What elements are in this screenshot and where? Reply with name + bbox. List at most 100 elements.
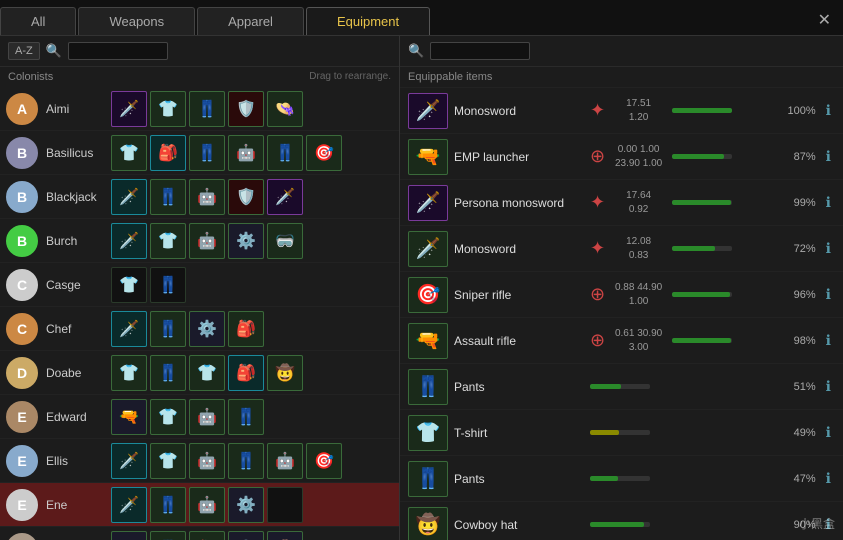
equipment-slot[interactable]: 👖 bbox=[267, 135, 303, 171]
equipment-slot[interactable]: 👖 bbox=[189, 91, 225, 127]
tab-weapons[interactable]: Weapons bbox=[78, 7, 195, 35]
equipment-slot[interactable]: 🎒 bbox=[189, 531, 225, 540]
equipment-slot[interactable]: 🤖 bbox=[228, 135, 264, 171]
equipment-slot[interactable]: 👖 bbox=[150, 267, 186, 303]
equipment-slot[interactable] bbox=[267, 487, 303, 523]
search-input-right[interactable] bbox=[430, 42, 530, 60]
equipment-slot[interactable]: 🗡️ bbox=[111, 443, 147, 479]
equipment-slot[interactable]: 🤠 bbox=[267, 531, 303, 540]
equipment-slot[interactable]: ⚙️ bbox=[228, 223, 264, 259]
equipment-slot[interactable]: 👕 bbox=[111, 267, 147, 303]
equipment-slot[interactable]: 🗡️ bbox=[111, 179, 147, 215]
equipment-slot[interactable]: 🗡️ bbox=[111, 223, 147, 259]
close-button[interactable]: ✕ bbox=[806, 7, 843, 35]
item-name: T-shirt bbox=[454, 426, 584, 440]
equipment-slot[interactable]: 🛡️ bbox=[228, 91, 264, 127]
equipment-slot[interactable]: 🎯 bbox=[306, 135, 342, 171]
avatar: E bbox=[6, 401, 38, 433]
equipment-slot[interactable]: 👕 bbox=[150, 399, 186, 435]
tab-all[interactable]: All bbox=[0, 7, 76, 35]
equipment-slot[interactable]: 🗡️ bbox=[111, 487, 147, 523]
item-row[interactable]: 👖Pants51%ℹ bbox=[400, 364, 843, 410]
item-row[interactable]: 🤠Cowboy hat90%ℹ bbox=[400, 502, 843, 540]
colonist-row[interactable]: AAimi🗡️👕👖🛡️👒 bbox=[0, 87, 399, 131]
equipment-slot[interactable]: 🤖 bbox=[189, 443, 225, 479]
stat-numbers: 17.511.20 bbox=[611, 97, 666, 125]
equipment-slot[interactable]: 🤖 bbox=[189, 487, 225, 523]
item-row[interactable]: 🔫Assault rifle⊕0.61 30.903.0098%ℹ bbox=[400, 318, 843, 364]
avatar: F bbox=[6, 533, 38, 540]
az-sort-button[interactable]: A-Z bbox=[8, 42, 40, 60]
colonist-row[interactable]: FFalcon🔫👖🎒⚙️🤠 bbox=[0, 527, 399, 540]
equipment-slot[interactable]: 👕 bbox=[111, 135, 147, 171]
equipment-slot[interactable]: 🎒 bbox=[150, 135, 186, 171]
item-row[interactable]: 🗡️Persona monosword✦17.640.9299%ℹ bbox=[400, 180, 843, 226]
item-icon: 👖 bbox=[408, 369, 448, 405]
equipment-slot[interactable]: 👖 bbox=[150, 179, 186, 215]
equipment-slot[interactable]: 🗡️ bbox=[111, 311, 147, 347]
item-row[interactable]: 🔫EMP launcher⊕0.00 1.0023.90 1.0087%ℹ bbox=[400, 134, 843, 180]
equipment-slot[interactable]: 🎒 bbox=[228, 355, 264, 391]
equipment-slot[interactable]: 👖 bbox=[150, 355, 186, 391]
equipment-slot[interactable]: 👕 bbox=[150, 223, 186, 259]
info-icon[interactable]: ℹ bbox=[822, 470, 835, 487]
equipment-slot[interactable]: 🗡️ bbox=[267, 179, 303, 215]
equipment-slot[interactable]: 🛡️ bbox=[228, 179, 264, 215]
equipment-slot[interactable]: ⚙️ bbox=[228, 487, 264, 523]
equipment-slot[interactable]: 👖 bbox=[150, 311, 186, 347]
equipment-slot[interactable]: 👖 bbox=[228, 399, 264, 435]
colonist-row[interactable]: BBlackjack🗡️👖🤖🛡️🗡️ bbox=[0, 175, 399, 219]
equipment-slot[interactable]: 🔫 bbox=[111, 531, 147, 540]
equipment-slot[interactable]: 👕 bbox=[189, 355, 225, 391]
tab-equipment[interactable]: Equipment bbox=[306, 7, 430, 35]
equipment-slot[interactable]: 👒 bbox=[267, 91, 303, 127]
item-row[interactable]: 🎯Sniper rifle⊕0.88 44.901.0096%ℹ bbox=[400, 272, 843, 318]
colonist-row[interactable]: BBasilicus👕🎒👖🤖👖🎯 bbox=[0, 131, 399, 175]
item-row[interactable]: 👖Pants47%ℹ bbox=[400, 456, 843, 502]
item-name: Monosword bbox=[454, 242, 584, 256]
info-icon[interactable]: ℹ bbox=[822, 424, 835, 441]
equipment-slot[interactable]: 👖 bbox=[189, 135, 225, 171]
colonist-row[interactable]: EEne🗡️👖🤖⚙️ bbox=[0, 483, 399, 527]
equipment-slot[interactable]: ⚙️ bbox=[189, 311, 225, 347]
info-icon[interactable]: ℹ bbox=[822, 378, 835, 395]
tab-apparel[interactable]: Apparel bbox=[197, 7, 304, 35]
equipment-slot[interactable]: 🤖 bbox=[267, 443, 303, 479]
equipment-slot[interactable]: 👖 bbox=[150, 487, 186, 523]
info-icon[interactable]: ℹ bbox=[822, 102, 835, 119]
info-icon[interactable]: ℹ bbox=[822, 148, 835, 165]
equipment-slot[interactable]: 🎒 bbox=[228, 311, 264, 347]
item-percent: 72% bbox=[781, 243, 816, 255]
equipment-slot[interactable]: 🤖 bbox=[189, 399, 225, 435]
equipment-slot[interactable]: 🤖 bbox=[189, 223, 225, 259]
info-icon[interactable]: ℹ bbox=[822, 194, 835, 211]
item-row[interactable]: 👕T-shirt49%ℹ bbox=[400, 410, 843, 456]
colonist-row[interactable]: EEllis🗡️👕🤖👖🤖🎯 bbox=[0, 439, 399, 483]
equipment-slot[interactable]: 🎯 bbox=[306, 443, 342, 479]
main-layout: A-Z 🔍 Colonists Drag to rearrange. AAimi… bbox=[0, 36, 843, 540]
equipment-slot[interactable]: 🥽 bbox=[267, 223, 303, 259]
item-row[interactable]: 🗡️Monosword✦17.511.20100%ℹ bbox=[400, 88, 843, 134]
equipment-slot[interactable]: 🔫 bbox=[111, 399, 147, 435]
equipment-slot[interactable]: ⚙️ bbox=[228, 531, 264, 540]
equipment-slot[interactable]: 👖 bbox=[228, 443, 264, 479]
colonist-row[interactable]: EEdward🔫👕🤖👖 bbox=[0, 395, 399, 439]
equipment-slot[interactable]: 👕 bbox=[150, 91, 186, 127]
equipment-slot[interactable]: 🤠 bbox=[267, 355, 303, 391]
equipment-slot[interactable]: 👕 bbox=[111, 355, 147, 391]
equipment-slot[interactable]: 👖 bbox=[150, 531, 186, 540]
info-icon[interactable]: ℹ bbox=[822, 240, 835, 257]
colonist-row[interactable]: BBurch🗡️👕🤖⚙️🥽 bbox=[0, 219, 399, 263]
item-row[interactable]: 🗡️Monosword✦12.080.8372%ℹ bbox=[400, 226, 843, 272]
equipment-slot[interactable]: 👕 bbox=[150, 443, 186, 479]
equipment-slot[interactable]: 🤖 bbox=[189, 179, 225, 215]
equipment-slot[interactable]: 🗡️ bbox=[111, 91, 147, 127]
info-icon[interactable]: ℹ bbox=[822, 332, 835, 349]
colonist-row[interactable]: DDoabe👕👖👕🎒🤠 bbox=[0, 351, 399, 395]
right-filter-row: 🔍 bbox=[400, 36, 843, 67]
info-icon[interactable]: ℹ bbox=[822, 286, 835, 303]
colonist-row[interactable]: CCasge👕👖 bbox=[0, 263, 399, 307]
colonist-name: Doabe bbox=[46, 366, 111, 380]
search-input-left[interactable] bbox=[68, 42, 168, 60]
colonist-row[interactable]: CChef🗡️👖⚙️🎒 bbox=[0, 307, 399, 351]
